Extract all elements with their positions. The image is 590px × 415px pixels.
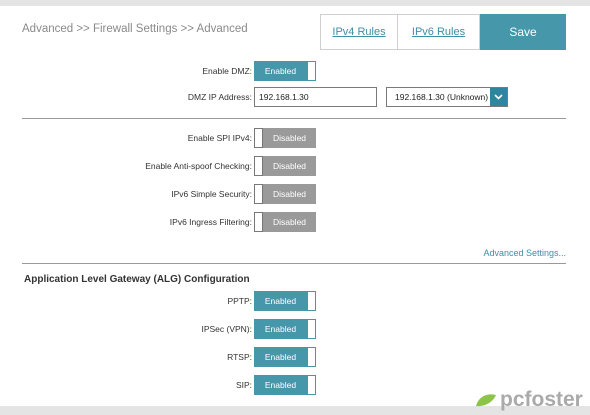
enable-dmz-label: Enable DMZ:	[202, 66, 252, 76]
watermark-logo: pcfoster	[475, 388, 583, 412]
pptp-label: PPTP:	[227, 296, 252, 306]
toggle-knob	[307, 291, 316, 311]
ipsec-vpn-label: IPSec (VPN):	[201, 324, 252, 334]
advanced-settings-link[interactable]: Advanced Settings...	[483, 248, 566, 258]
ipv6-ingress-filtering-state: Disabled	[272, 217, 307, 227]
sip-state: Enabled	[264, 380, 297, 390]
spi-ipv4-toggle[interactable]: Disabled	[254, 128, 316, 148]
ipv6-ingress-filtering-toggle[interactable]: Disabled	[254, 212, 316, 232]
ipv6-ingress-filtering-label: IPv6 Ingress Filtering:	[169, 217, 252, 227]
spi-ipv4-state: Disabled	[272, 133, 307, 143]
toggle-knob	[254, 156, 263, 176]
dmz-ip-input[interactable]	[254, 87, 377, 107]
dmz-ip-label: DMZ IP Address:	[187, 92, 252, 102]
toggle-knob	[254, 128, 263, 148]
antispoof-state: Disabled	[272, 161, 307, 171]
breadcrumb: Advanced >> Firewall Settings >> Advance…	[22, 23, 248, 35]
rtsp-state: Enabled	[264, 352, 297, 362]
chevron-down-icon[interactable]	[490, 88, 507, 106]
toggle-knob	[307, 375, 316, 395]
pptp-toggle[interactable]: Enabled	[254, 291, 316, 311]
leaf-icon	[476, 394, 496, 407]
antispoof-toggle[interactable]: Disabled	[254, 156, 316, 176]
save-button[interactable]: Save	[480, 14, 566, 50]
sip-toggle[interactable]: Enabled	[254, 375, 316, 395]
section-divider	[22, 263, 566, 264]
section-divider	[22, 118, 566, 119]
rtsp-label: RTSP:	[227, 352, 252, 362]
dmz-ip-select-value: 192.168.1.30 (Unknown)	[395, 92, 489, 102]
sip-label: SIP:	[235, 380, 252, 390]
spi-ipv4-label: Enable SPI IPv4:	[187, 133, 252, 143]
alg-section-title: Application Level Gateway (ALG) Configur…	[24, 274, 250, 285]
ipv6-simple-security-label: IPv6 Simple Security:	[171, 189, 252, 199]
page-header: Advanced >> Firewall Settings >> Advance…	[0, 6, 590, 52]
toggle-knob	[307, 319, 316, 339]
toggle-knob	[254, 184, 263, 204]
rtsp-toggle[interactable]: Enabled	[254, 347, 316, 367]
toggle-knob	[307, 61, 316, 81]
ipsec-vpn-toggle[interactable]: Enabled	[254, 319, 316, 339]
enable-dmz-state: Enabled	[264, 66, 297, 76]
toggle-knob	[307, 347, 316, 367]
pptp-state: Enabled	[264, 296, 297, 306]
enable-dmz-toggle[interactable]: Enabled	[254, 61, 316, 81]
ipv4-rules-button[interactable]: IPv4 Rules	[320, 14, 398, 50]
watermark-text: pcfoster	[500, 388, 583, 411]
dmz-ip-select[interactable]: 192.168.1.30 (Unknown)	[386, 87, 508, 107]
ipv6-rules-button[interactable]: IPv6 Rules	[398, 14, 480, 50]
ipv6-simple-security-state: Disabled	[272, 189, 307, 199]
toggle-knob	[254, 212, 263, 232]
antispoof-label: Enable Anti-spoof Checking:	[145, 161, 252, 171]
ipsec-vpn-state: Enabled	[264, 324, 297, 334]
ipv6-simple-security-toggle[interactable]: Disabled	[254, 184, 316, 204]
